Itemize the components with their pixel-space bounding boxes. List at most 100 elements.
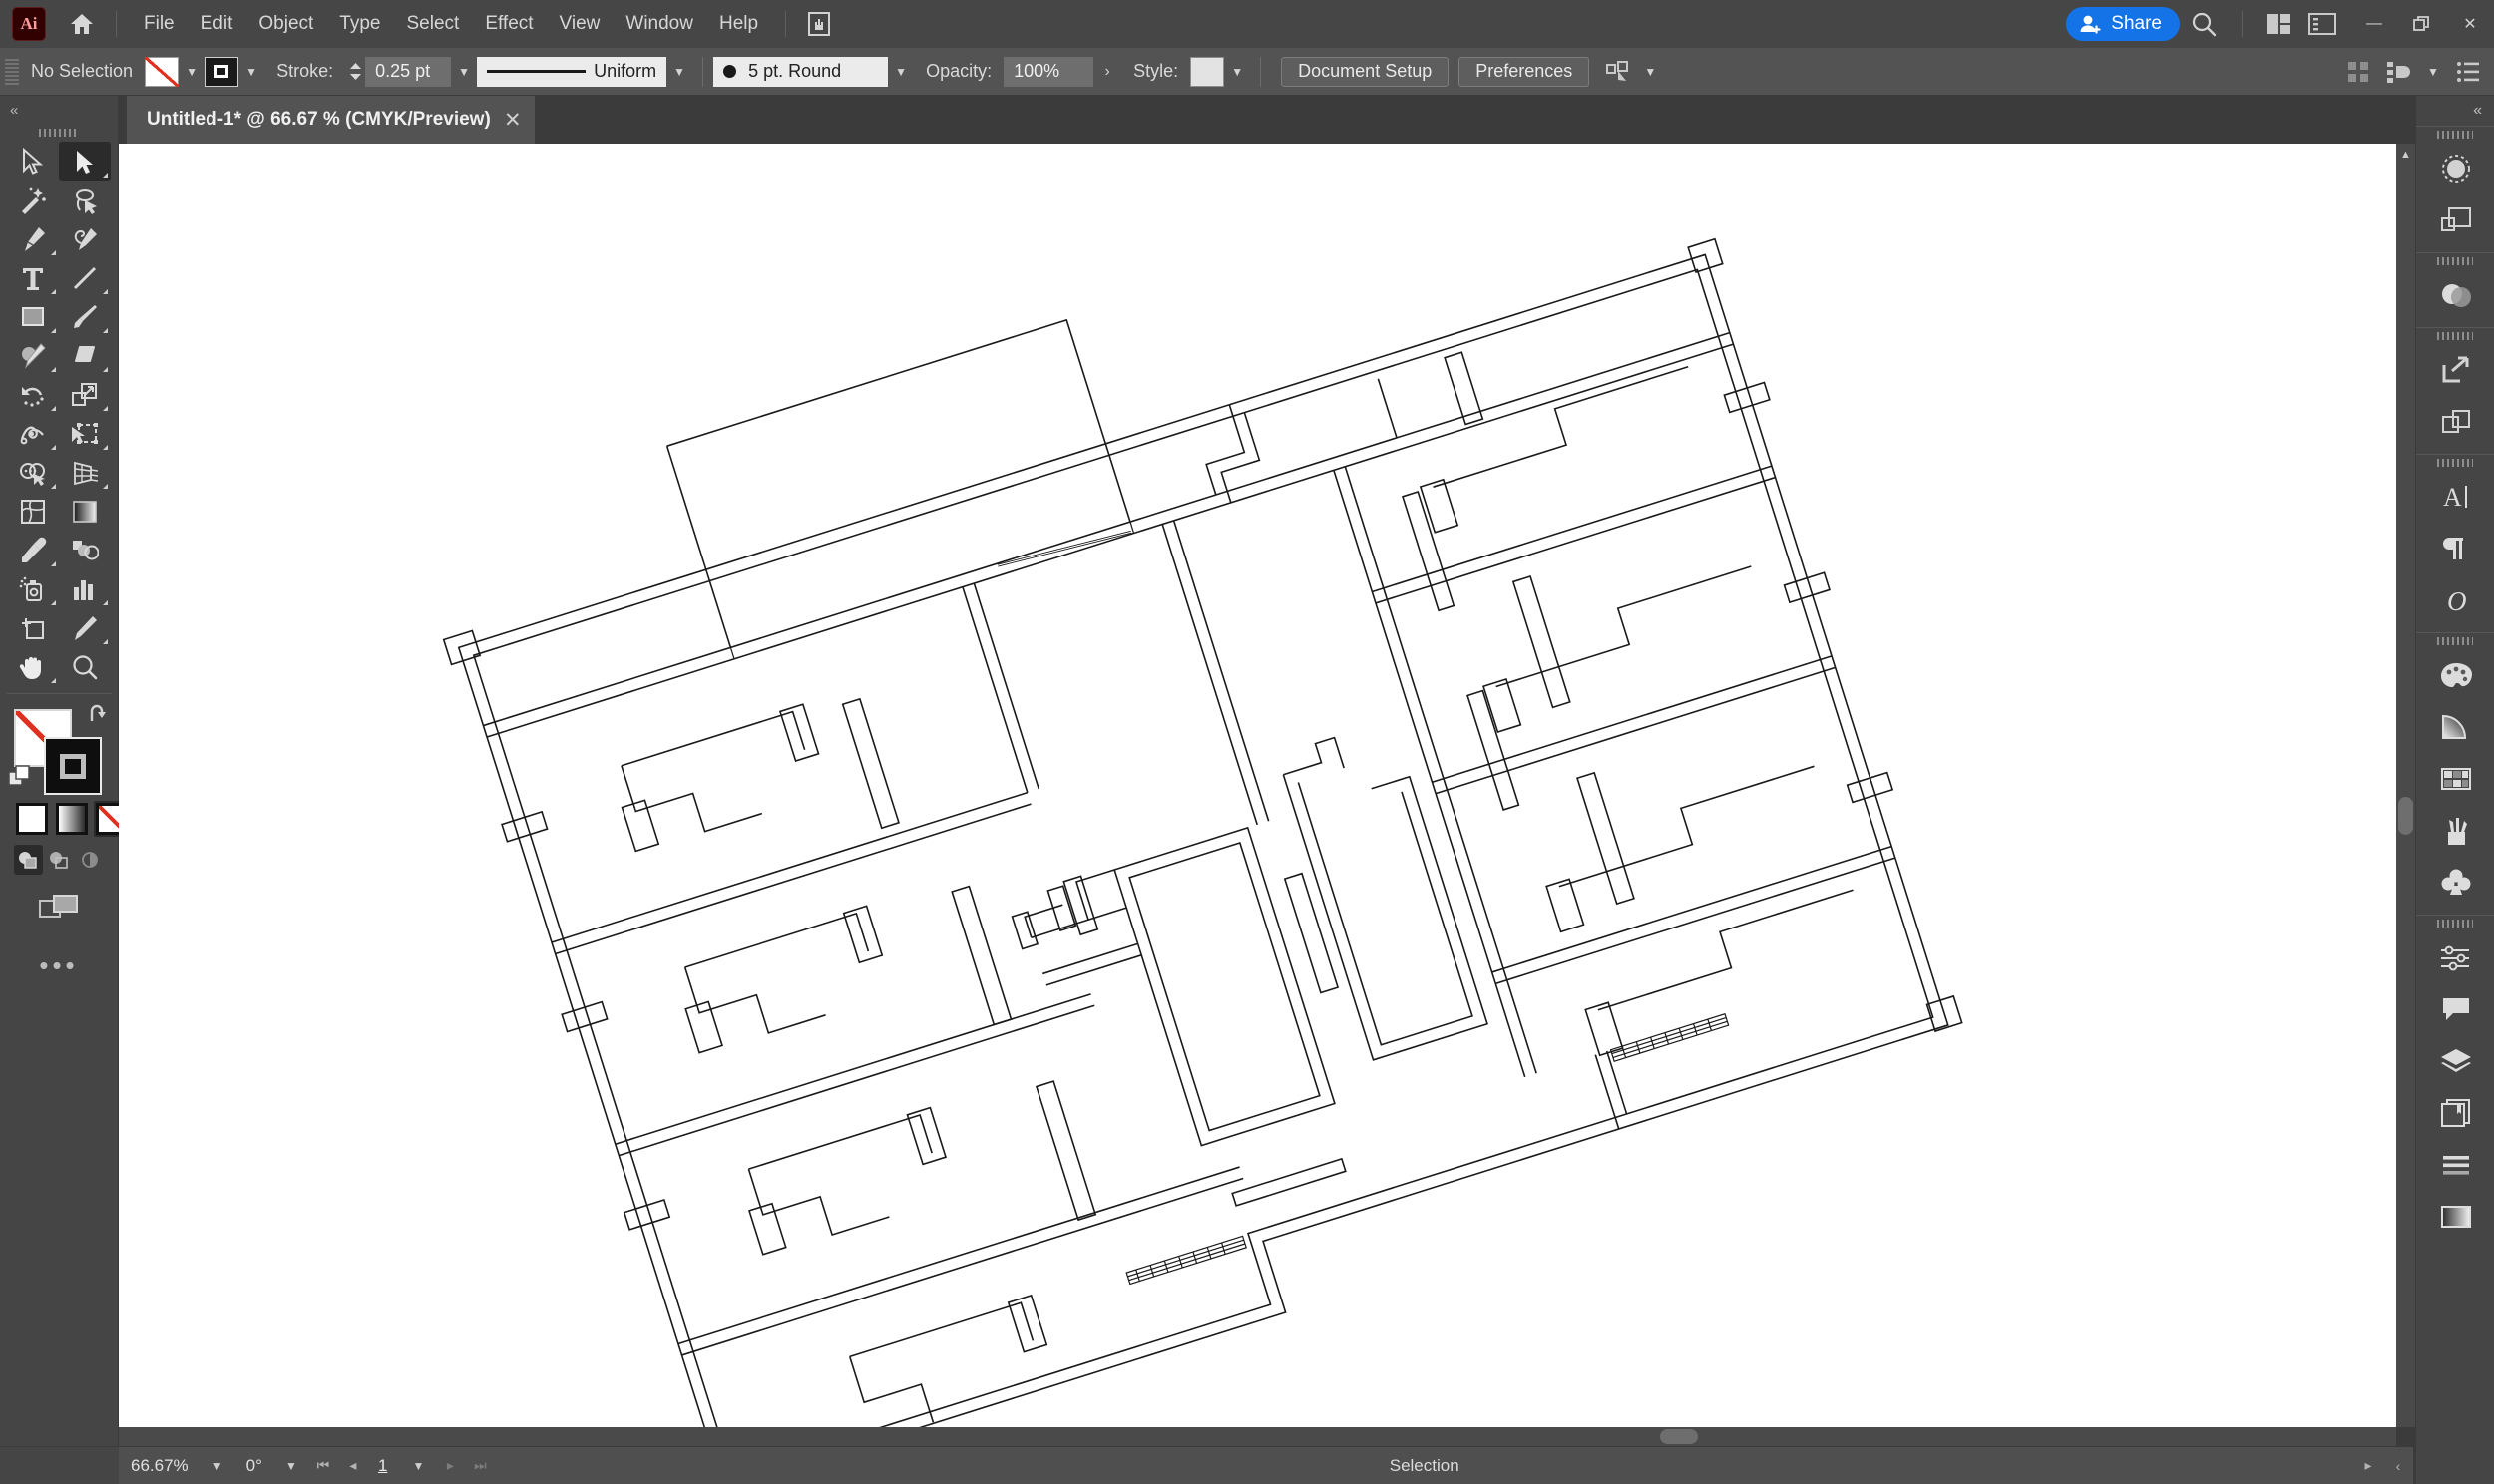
draw-normal-mode[interactable] (14, 845, 43, 875)
panel-group-4-grip[interactable] (2416, 455, 2494, 471)
menu-item-file[interactable]: File (131, 0, 188, 48)
symbols-panel-icon[interactable] (2416, 857, 2494, 909)
tool-gradient[interactable] (59, 492, 111, 531)
artboards-panel-icon[interactable] (2416, 1087, 2494, 1139)
workspace-switcher-icon[interactable] (2300, 0, 2344, 48)
tool-perspective-grid[interactable] (59, 453, 111, 492)
tool-blend[interactable] (59, 531, 111, 569)
brush-definition-select[interactable]: 5 pt. Round (713, 56, 889, 87)
layers-panel-icon[interactable] (2416, 1035, 2494, 1087)
tool-paintbrush[interactable] (59, 297, 111, 336)
tool-eraser[interactable] (59, 336, 111, 375)
zoom-level-chevron-down-icon[interactable]: ▼ (200, 1446, 234, 1484)
asset-export-panel-icon[interactable] (2416, 396, 2494, 448)
comments-panel-icon[interactable] (2416, 983, 2494, 1035)
stroke-weight-stepper[interactable] (345, 57, 365, 87)
tool-shape-builder[interactable] (7, 453, 59, 492)
control-bar-grip[interactable] (5, 58, 19, 85)
tool-type[interactable] (7, 258, 59, 297)
artboard-number-input[interactable]: 1 (367, 1446, 402, 1484)
tool-pen[interactable] (7, 219, 59, 258)
fill-mode-gradient[interactable] (54, 801, 90, 837)
transparency-panel-icon[interactable] (2416, 269, 2494, 321)
stroke-profile-select[interactable]: Uniform (477, 56, 667, 87)
search-icon[interactable] (2180, 0, 2228, 48)
draw-inside-mode[interactable] (75, 845, 104, 875)
paragraph-panel-icon[interactable] (2416, 523, 2494, 574)
horizontal-scroll-thumb[interactable] (1660, 1429, 1698, 1444)
character-panel-icon[interactable]: A (2416, 471, 2494, 523)
draw-behind-mode[interactable] (45, 845, 74, 875)
last-page-icon[interactable]: ⏭ (465, 1446, 496, 1484)
tool-rectangle[interactable] (7, 297, 59, 336)
share-button[interactable]: Share (2066, 7, 2180, 41)
menu-item-effect[interactable]: Effect (472, 0, 546, 48)
color-guide-panel-icon[interactable] (2416, 701, 2494, 753)
select-similar-objects-icon[interactable] (1601, 55, 1637, 89)
swap-fill-stroke-icon[interactable] (87, 703, 111, 731)
libraries-panel-icon[interactable] (2416, 194, 2494, 246)
menu-item-help[interactable]: Help (706, 0, 771, 48)
close-button[interactable]: ✕ (2446, 0, 2494, 48)
tool-direct-selection[interactable] (59, 142, 111, 181)
stroke-swatch-large[interactable] (44, 737, 102, 795)
zoom-level-input[interactable]: 66.67% (119, 1446, 201, 1484)
stroke-swatch-chevron-down-icon[interactable]: ▼ (238, 57, 264, 87)
select-similar-chevron-down-icon[interactable]: ▼ (1637, 57, 1663, 87)
graphic-style-chevron-down-icon[interactable]: ▼ (1224, 57, 1250, 87)
color-panel-icon[interactable] (2416, 649, 2494, 701)
touch-workspace-icon[interactable] (800, 7, 838, 41)
tool-shaper[interactable] (7, 336, 59, 375)
menu-item-object[interactable]: Object (245, 0, 326, 48)
appearance-panel-icon[interactable] (2416, 931, 2494, 983)
export-panel-icon[interactable] (2416, 344, 2494, 396)
panel-group-1-grip[interactable] (2416, 127, 2494, 143)
opacity-input[interactable]: 100% (1004, 56, 1094, 87)
menu-item-type[interactable]: Type (326, 0, 393, 48)
tool-lasso[interactable] (59, 181, 111, 219)
fill-swatch-chevron-down-icon[interactable]: ▼ (179, 57, 205, 87)
prev-page-icon[interactable]: ◂ (337, 1446, 368, 1484)
align-panel-icon[interactable] (2416, 1139, 2494, 1191)
tool-artboard[interactable] (7, 608, 59, 647)
tool-magic-wand[interactable] (7, 181, 59, 219)
graphic-style-swatch[interactable] (1190, 56, 1225, 87)
collapse-right-dock-icon[interactable]: « (2416, 96, 2494, 126)
panel-group-3-grip[interactable] (2416, 328, 2494, 344)
collapse-panel-icon[interactable]: « (0, 96, 118, 124)
play-icon[interactable]: ▸ (2353, 1446, 2383, 1484)
tool-slice[interactable] (59, 608, 111, 647)
tool-selection[interactable] (7, 142, 59, 181)
tool-rotate[interactable] (7, 375, 59, 414)
stroke-profile-chevron-down-icon[interactable]: ▼ (666, 57, 692, 87)
tool-zoom[interactable] (59, 647, 111, 686)
tool-eyedropper[interactable] (7, 531, 59, 569)
document-setup-button[interactable]: Document Setup (1281, 56, 1450, 87)
close-tab-icon[interactable]: ✕ (491, 96, 535, 144)
align-icon[interactable] (2340, 55, 2376, 89)
menu-item-edit[interactable]: Edit (188, 0, 246, 48)
stroke-weight-input[interactable]: 0.25 pt (365, 56, 452, 87)
tool-column-graph[interactable] (59, 569, 111, 608)
brush-definition-chevron-down-icon[interactable]: ▼ (888, 57, 914, 87)
scroll-up-icon[interactable]: ▲ (2396, 144, 2415, 166)
preferences-button[interactable]: Preferences (1458, 56, 1590, 87)
vertical-scrollbar[interactable]: ▲ (2396, 144, 2415, 1427)
menu-item-window[interactable]: Window (613, 0, 706, 48)
artboard-canvas[interactable] (119, 144, 2396, 1427)
restore-button[interactable] (2398, 0, 2446, 48)
change-screen-mode-icon[interactable] (0, 875, 118, 925)
brushes-panel-icon[interactable] (2416, 805, 2494, 857)
gradient-panel-icon[interactable] (2416, 1191, 2494, 1243)
rotation-chevron-down-icon[interactable]: ▼ (273, 1446, 308, 1484)
tool-mesh[interactable] (7, 492, 59, 531)
distribute-spacing-icon[interactable] (2380, 55, 2416, 89)
horizontal-scrollbar[interactable] (119, 1427, 2396, 1446)
artboard-chevron-down-icon[interactable]: ▼ (401, 1446, 436, 1484)
stroke-weight-chevron-down-icon[interactable]: ▼ (451, 57, 477, 87)
tool-free-transform[interactable] (59, 414, 111, 453)
opacity-options-icon[interactable]: › (1093, 57, 1121, 87)
first-page-icon[interactable]: ⏮ (307, 1446, 338, 1484)
next-page-icon[interactable]: ▸ (435, 1446, 466, 1484)
vertical-scroll-thumb[interactable] (2398, 797, 2413, 835)
